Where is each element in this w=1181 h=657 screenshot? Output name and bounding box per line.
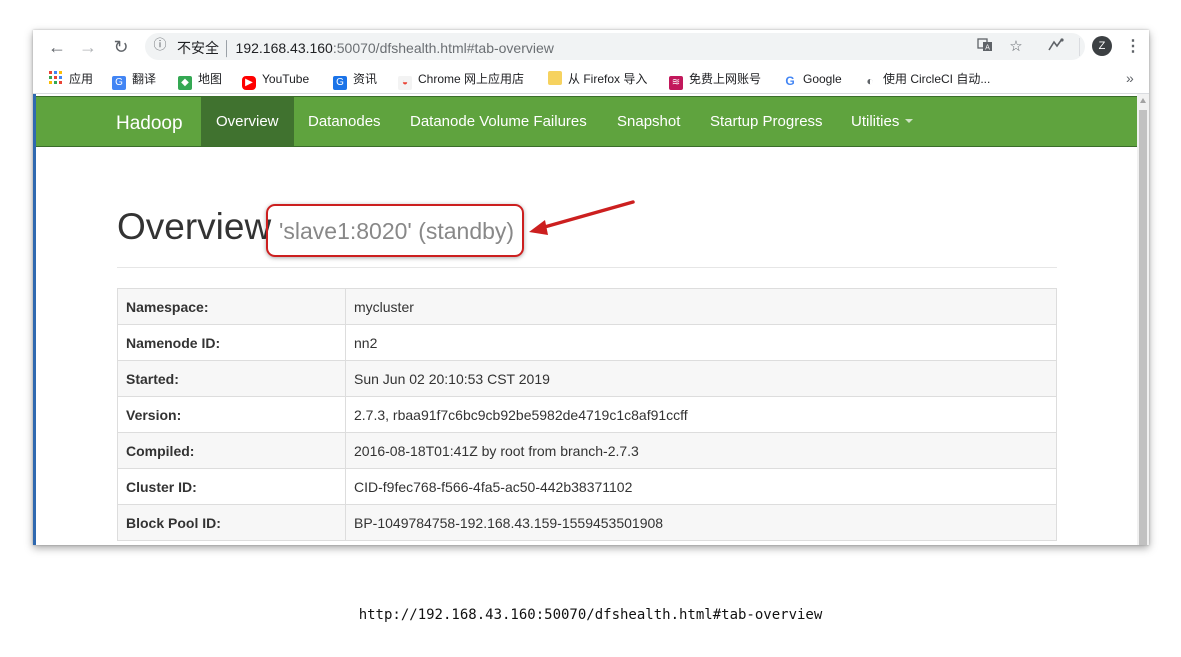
bookmark-apps[interactable]: 应用: [49, 71, 93, 87]
title-divider: [117, 267, 1057, 268]
profile-avatar[interactable]: Z: [1092, 36, 1112, 56]
table-row: Cluster ID: CID-f9fec768-f566-4fa5-ac50-4…: [117, 468, 1057, 505]
row-key: Namenode ID:: [117, 324, 346, 361]
browser-window: ← → ↻ ⓘ 不安全 │ 192.168.43.160:50070/dfshe…: [33, 30, 1149, 545]
hadoop-navbar: Hadoop Overview Datanodes Datanode Volum…: [36, 96, 1137, 147]
row-key: Cluster ID:: [117, 468, 346, 505]
chrome-webstore-icon: ◒: [398, 76, 412, 90]
highlight-box: [266, 204, 524, 257]
toolbar-separator: [1079, 38, 1080, 56]
bookmark-label: Google: [803, 72, 842, 86]
overview-table: Namespace: mycluster Namenode ID: nn2 Star…: [117, 288, 1057, 541]
news-icon: G: [333, 76, 347, 90]
back-icon[interactable]: ←: [46, 36, 68, 58]
bookmarks-bar: 应用 G 翻译 ◆ 地图 ▶ YouTube G 资讯 ◒ Chrome 网上应用店 从 …: [33, 63, 1149, 94]
bookmark-firefox-import[interactable]: 从 Firefox 导入: [548, 71, 647, 87]
row-value: 2016-08-18T01:41Z by root from branch-2.…: [345, 432, 1057, 469]
annotation-arrow-icon: [529, 200, 635, 235]
bookmark-label: 地图: [198, 72, 223, 86]
nav-snapshot[interactable]: Snapshot: [602, 97, 695, 146]
info-icon[interactable]: ⓘ: [151, 36, 169, 54]
row-key: Started:: [117, 360, 346, 397]
circleci-icon: ◐: [866, 74, 874, 88]
bookmark-icon: ≋: [669, 76, 683, 90]
row-value: mycluster: [345, 288, 1057, 325]
table-row: Started: Sun Jun 02 20:10:53 CST 2019: [117, 360, 1057, 397]
hadoop-brand[interactable]: Hadoop: [116, 113, 183, 135]
browser-toolbar: ← → ↻ ⓘ 不安全 │ 192.168.43.160:50070/dfshe…: [33, 30, 1149, 63]
svg-text:A: A: [985, 44, 990, 52]
page-scrollbar[interactable]: [1137, 94, 1149, 545]
forward-icon[interactable]: →: [77, 36, 99, 58]
extension-icon[interactable]: [1046, 37, 1066, 57]
translate-icon: G: [112, 76, 126, 90]
reload-icon[interactable]: ↻: [110, 36, 132, 58]
table-row: Namespace: mycluster: [117, 288, 1057, 325]
security-label: 不安全: [177, 40, 219, 56]
bookmark-label: Chrome 网上应用店: [418, 72, 525, 86]
row-value: Sun Jun 02 20:10:53 CST 2019: [345, 360, 1057, 397]
bookmark-label: 使用 CircleCI 自动...: [883, 72, 991, 86]
bookmark-label: 翻译: [132, 72, 157, 86]
row-key: Version:: [117, 396, 346, 433]
nav-startup-progress[interactable]: Startup Progress: [695, 97, 838, 146]
bookmark-label: 免费上网账号: [689, 72, 762, 86]
nav-overview[interactable]: Overview: [201, 97, 294, 146]
bookmark-maps[interactable]: ◆ 地图: [178, 71, 223, 90]
caret-down-icon: [905, 119, 914, 123]
url-path: :50070/dfshealth.html#tab-overview: [332, 40, 554, 56]
table-row: Compiled: 2016-08-18T01:41Z by root from …: [117, 432, 1057, 469]
bookmark-free-account[interactable]: ≋ 免费上网账号: [669, 71, 762, 90]
page-title: Overview: [117, 206, 272, 247]
bookmark-google[interactable]: G Google: [783, 71, 842, 88]
scrollbar-thumb[interactable]: [1139, 110, 1147, 545]
scroll-up-icon[interactable]: [1140, 98, 1146, 103]
bookmark-label: 从 Firefox 导入: [568, 72, 648, 86]
table-row: Version: 2.7.3, rbaa91f7c6bc9cb92be5982de…: [117, 396, 1057, 433]
row-value: 2.7.3, rbaa91f7c6bc9cb92be5982de4719c1c8…: [345, 396, 1057, 433]
row-key: Block Pool ID:: [117, 504, 346, 541]
table-row: Namenode ID: nn2: [117, 324, 1057, 361]
apps-grid-icon: [49, 71, 63, 85]
youtube-icon: ▶: [242, 76, 256, 90]
menu-dots-icon[interactable]: ⋮: [1123, 37, 1143, 57]
page-content: Hadoop Overview Datanodes Datanode Volum…: [36, 94, 1137, 545]
url-host: 192.168.43.160: [235, 40, 333, 56]
address-separator: │: [219, 40, 236, 56]
bookmark-chrome-webstore[interactable]: ◒ Chrome 网上应用店: [398, 71, 525, 90]
row-value: CID-f9fec768-f566-4fa5-ac50-442b38371102: [345, 468, 1057, 505]
bookmark-circleci[interactable]: ◐ 使用 CircleCI 自动...: [863, 71, 991, 88]
more-bookmarks-icon[interactable]: »: [1126, 70, 1134, 86]
table-row: Block Pool ID: BP-1049784758-192.168.43.1…: [117, 504, 1057, 541]
star-icon[interactable]: ☆: [1006, 37, 1026, 57]
bookmark-news[interactable]: G 资讯: [333, 71, 378, 90]
row-value: BP-1049784758-192.168.43.159-15594535019…: [345, 504, 1057, 541]
url-caption: http://192.168.43.160:50070/dfshealth.ht…: [358, 607, 823, 623]
nav-datanode-volume-failures[interactable]: Datanode Volume Failures: [395, 97, 602, 146]
row-key: Namespace:: [117, 288, 346, 325]
bookmark-label: YouTube: [262, 72, 310, 86]
row-key: Compiled:: [117, 432, 346, 469]
folder-icon: [548, 71, 562, 85]
bookmark-translate[interactable]: G 翻译: [112, 71, 157, 90]
bookmark-youtube[interactable]: ▶ YouTube: [242, 71, 310, 90]
nav-utilities[interactable]: Utilities: [836, 97, 928, 146]
row-value: nn2: [345, 324, 1057, 361]
nav-utilities-label: Utilities: [851, 113, 900, 130]
maps-icon: ◆: [178, 76, 192, 90]
translate-page-icon[interactable]: A: [975, 37, 995, 57]
bookmark-label: 资讯: [353, 72, 378, 86]
address-text[interactable]: 不安全 │ 192.168.43.160:50070/dfshealth.htm…: [177, 38, 554, 58]
google-icon: G: [785, 74, 795, 88]
bookmark-label: 应用: [69, 72, 94, 86]
nav-datanodes[interactable]: Datanodes: [293, 97, 396, 146]
